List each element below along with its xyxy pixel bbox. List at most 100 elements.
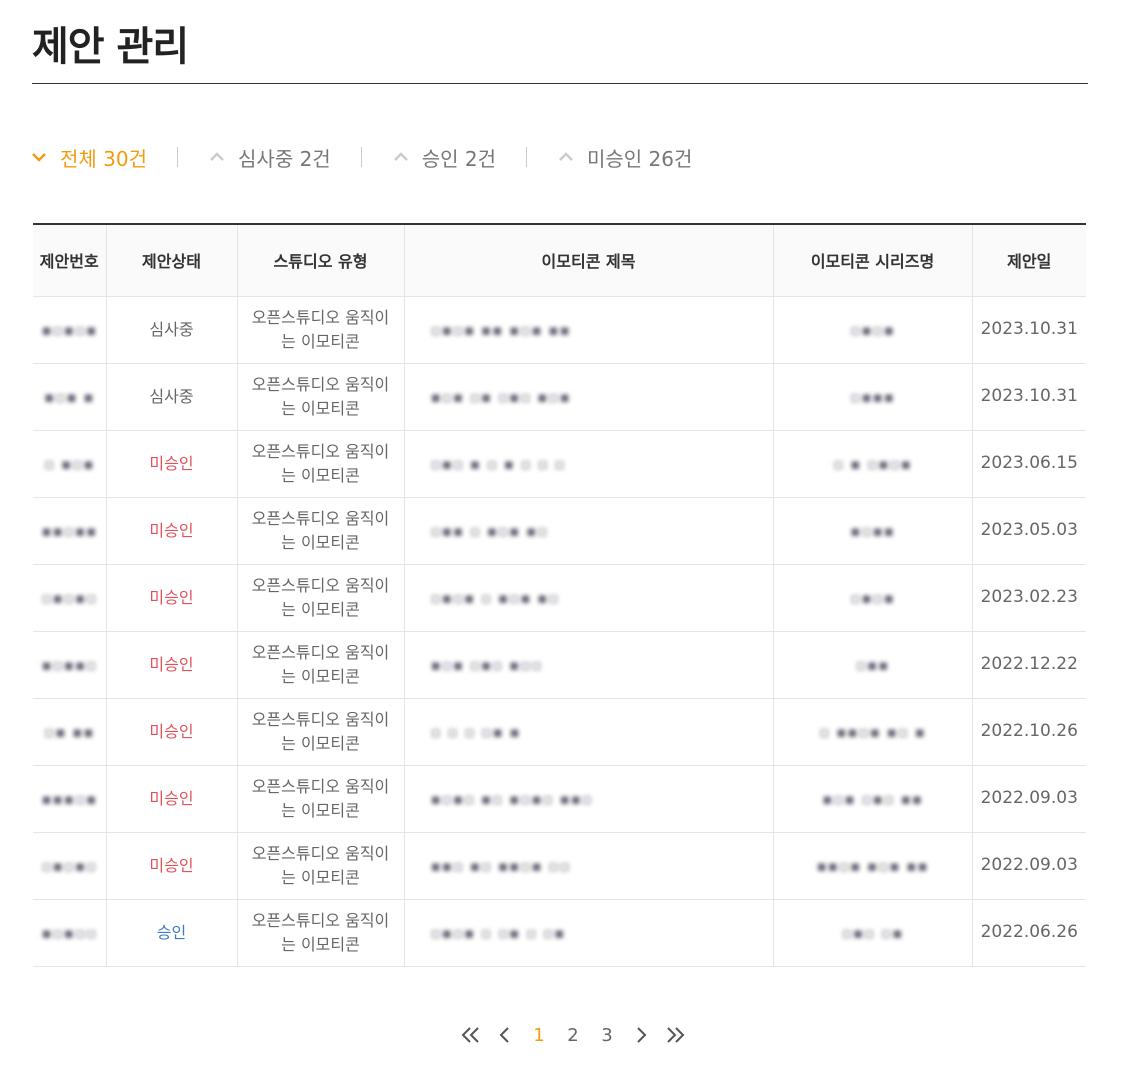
filter-pending[interactable]: 심사중 2건 [208, 143, 331, 172]
redacted-text: ▫▪▫ ▫▪ [841, 923, 904, 942]
header-proposal-no: 제안번호 [33, 224, 107, 297]
emoticon-title-cell[interactable]: ▫▪▫ ▪ ▫ ▪ ▫ ▫ ▫ [404, 430, 774, 498]
redacted-text: ▪▫▪ ▫▪ ▫▪▫ ▪▫▪ [430, 387, 571, 406]
proposal-number-cell: ▪▫▪▫▪ [33, 296, 107, 364]
studio-type-line: 오픈스튜디오 움직이 [251, 442, 390, 462]
table-header-row: 제안번호 제안상태 스튜디오 유형 이모티콘 제목 이모티콘 시리즈명 제안일 [33, 224, 1086, 297]
status-cell: 미승인 [106, 564, 238, 632]
table-row[interactable]: ▪▫▪▫▪ 심사중 오픈스튜디오 움직이 는 이모티콘 ▫▪▫▪ ▪▪ ▪▫▪ ▪▪ ▫▪… [33, 296, 1086, 364]
redacted-text: ▪▫▪ ▫▪▫ ▪▫▫ [430, 655, 543, 674]
status-cell: 미승인 [106, 832, 238, 900]
next-page-icon[interactable] [624, 1021, 658, 1049]
studio-type-line: 는 이모티콘 [281, 398, 360, 418]
date-cell: 2022.10.26 [972, 698, 1086, 766]
status-cell: 미승인 [106, 497, 238, 565]
filter-all[interactable]: 전체 30건 [30, 143, 147, 172]
table-row[interactable]: ▫▪▫▪▫ 미승인 오픈스튜디오 움직이 는 이모티콘 ▪▪▫ ▪▫ ▪▪▫▪ ▫▫ ▪▪… [33, 832, 1086, 900]
proposal-table: 제안번호 제안상태 스튜디오 유형 이모티콘 제목 이모티콘 시리즈명 제안일 … [33, 223, 1086, 967]
filter-approved-label: 승인 2건 [421, 146, 496, 171]
emoticon-title-cell[interactable]: ▫▪▪ ▫ ▪▫▪ ▪▫ [404, 497, 774, 565]
status-cell: 미승인 [106, 631, 238, 699]
date-cell: 2022.09.03 [972, 765, 1086, 833]
page-2[interactable]: 2 [556, 1021, 590, 1049]
studio-type-line: 는 이모티콘 [281, 599, 360, 619]
emoticon-title-cell[interactable]: ▫▪▫▪ ▫ ▪▫▪ ▪▫ [404, 564, 774, 632]
table-row[interactable]: ▫▪▫▪▫ 미승인 오픈스튜디오 움직이 는 이모티콘 ▫▪▫▪ ▫ ▪▫▪ ▪▫ ▫▪▫… [33, 564, 1086, 632]
emoticon-title-cell[interactable]: ▪▫▪ ▫▪ ▫▪▫ ▪▫▪ [404, 363, 774, 431]
emoticon-title-cell[interactable]: ▫▪▫▪ ▫ ▫▪ ▫ ▫▪ [404, 899, 774, 967]
emoticon-title-cell[interactable]: ▪▫▪ ▫▪▫ ▪▫▫ [404, 631, 774, 699]
table-row[interactable]: ▪▫▪ ▪ 심사중 오픈스튜디오 움직이 는 이모티콘 ▪▫▪ ▫▪ ▫▪▫ ▪▫▪ ▫▪… [33, 363, 1086, 431]
table-row[interactable]: ▪▪▫▪▪ 미승인 오픈스튜디오 움직이 는 이모티콘 ▫▪▪ ▫ ▪▫▪ ▪▫ ▪▫▪▪… [33, 497, 1086, 565]
studio-type-line: 오픈스튜디오 움직이 [251, 777, 390, 797]
redacted-text: ▫▪▫▪ [850, 588, 895, 607]
redacted-text: ▪▫▪ ▪ [44, 387, 95, 406]
redacted-text: ▪▫▪▪ [850, 521, 895, 540]
filter-all-label: 전체 30건 [60, 146, 148, 171]
studio-type-cell: 오픈스튜디오 움직이 는 이모티콘 [237, 899, 405, 967]
proposal-number-cell: ▪▫▪▫▫ [33, 899, 107, 967]
chevron-down-icon [30, 148, 48, 166]
studio-type-line: 는 이모티콘 [281, 331, 360, 351]
filter-approved[interactable]: 승인 2건 [392, 143, 496, 172]
redacted-text: ▫▪▫▪▫ [41, 856, 98, 875]
date-cell: 2023.02.23 [972, 564, 1086, 632]
header-emoticon-title: 이모티콘 제목 [404, 224, 774, 297]
table-row[interactable]: ▫▪ ▪▪ 미승인 오픈스튜디오 움직이 는 이모티콘 ▫ ▫ ▫ ▫▪ ▪ ▫ ▪▪▫▪… [33, 698, 1086, 766]
pagination: 1 2 3 [0, 1021, 1146, 1049]
redacted-text: ▫ ▪▪▫▪ ▪▫ ▪ [819, 722, 926, 741]
chevron-up-icon [392, 148, 410, 166]
series-name-cell: ▫▪▪▪ [773, 363, 973, 431]
redacted-text: ▪▫▪▫▪ [41, 320, 98, 339]
filter-rejected-label: 미승인 26건 [587, 146, 693, 171]
studio-type-line: 오픈스튜디오 움직이 [251, 710, 390, 730]
date-cell: 2022.09.03 [972, 832, 1086, 900]
filter-pending-label: 심사중 2건 [238, 146, 331, 171]
redacted-text: ▪▪▫▪ ▪▫▪ ▪▪ [816, 856, 929, 875]
series-name-cell: ▫ ▪ ▫▪▫▪ [773, 430, 973, 498]
filter-rejected[interactable]: 미승인 26건 [557, 143, 692, 172]
filter-separator [360, 147, 362, 167]
status-filter-tabs: 전체 30건 심사중 2건 승인 2건 미승인 26건 [30, 142, 692, 172]
table-row[interactable]: ▪▪▪▫▪ 미승인 오픈스튜디오 움직이 는 이모티콘 ▪▫▪▫ ▪▫ ▪▫▪▫ ▪▪▫… [33, 765, 1086, 833]
proposal-number-cell: ▪▫▪▪▫ [33, 631, 107, 699]
redacted-text: ▪▪▪▫▪ [41, 789, 98, 808]
emoticon-title-cell[interactable]: ▫▪▫▪ ▪▪ ▪▫▪ ▪▪ [404, 296, 774, 364]
page-1[interactable]: 1 [522, 1021, 556, 1049]
date-cell: 2022.12.22 [972, 631, 1086, 699]
status-cell: 심사중 [106, 296, 238, 364]
studio-type-cell: 오픈스튜디오 움직이 는 이모티콘 [237, 832, 405, 900]
prev-page-icon[interactable] [488, 1021, 522, 1049]
table-row[interactable]: ▫ ▪▫▪ 미승인 오픈스튜디오 움직이 는 이모티콘 ▫▪▫ ▪ ▫ ▪ ▫ ▫ ▫ ▫… [33, 430, 1086, 498]
page-3[interactable]: 3 [590, 1021, 624, 1049]
emoticon-title-cell[interactable]: ▫ ▫ ▫ ▫▪ ▪ [404, 698, 774, 766]
series-name-cell: ▪▪▫▪ ▪▫▪ ▪▪ [773, 832, 973, 900]
redacted-text: ▪▫▪▪▫ [41, 655, 98, 674]
emoticon-title-cell[interactable]: ▪▪▫ ▪▫ ▪▪▫▪ ▫▫ [404, 832, 774, 900]
last-page-icon[interactable] [658, 1021, 692, 1049]
table-row[interactable]: ▪▫▪▫▫ 승인 오픈스튜디오 움직이 는 이모티콘 ▫▪▫▪ ▫ ▫▪ ▫ ▫▪ ▫▪▫… [33, 899, 1086, 967]
chevron-up-icon [208, 148, 226, 166]
status-cell: 승인 [106, 899, 238, 967]
studio-type-cell: 오픈스튜디오 움직이 는 이모티콘 [237, 631, 405, 699]
proposal-number-cell: ▫▪▫▪▫ [33, 564, 107, 632]
studio-type-line: 는 이모티콘 [281, 465, 360, 485]
status-cell: 미승인 [106, 430, 238, 498]
redacted-text: ▫ ▪ ▫▪▫▪ [833, 454, 912, 473]
studio-type-line: 는 이모티콘 [281, 733, 360, 753]
table-row[interactable]: ▪▫▪▪▫ 미승인 오픈스튜디오 움직이 는 이모티콘 ▪▫▪ ▫▪▫ ▪▫▫ ▫▪▪ 20… [33, 631, 1086, 699]
emoticon-title-cell[interactable]: ▪▫▪▫ ▪▫ ▪▫▪▫ ▪▪▫ [404, 765, 774, 833]
studio-type-line: 는 이모티콘 [281, 934, 360, 954]
studio-type-cell: 오픈스튜디오 움직이 는 이모티콘 [237, 497, 405, 565]
studio-type-line: 오픈스튜디오 움직이 [251, 375, 390, 395]
first-page-icon[interactable] [454, 1021, 488, 1049]
proposal-number-cell: ▪▪▪▫▪ [33, 765, 107, 833]
series-name-cell: ▫▪▫▪ [773, 296, 973, 364]
series-name-cell: ▪▫▪▪ [773, 497, 973, 565]
studio-type-cell: 오픈스튜디오 움직이 는 이모티콘 [237, 564, 405, 632]
redacted-text: ▫▪▫ ▪ ▫ ▪ ▫ ▫ ▫ [430, 454, 566, 473]
redacted-text: ▫▪▫▪ ▫ ▫▪ ▫ ▫▪ [430, 923, 566, 942]
redacted-text: ▫▪▫▪ ▫ ▪▫▪ ▪▫ [430, 588, 560, 607]
proposal-number-cell: ▫▪ ▪▪ [33, 698, 107, 766]
redacted-text: ▫▪▫▪ ▪▪ ▪▫▪ ▪▪ [430, 320, 571, 339]
